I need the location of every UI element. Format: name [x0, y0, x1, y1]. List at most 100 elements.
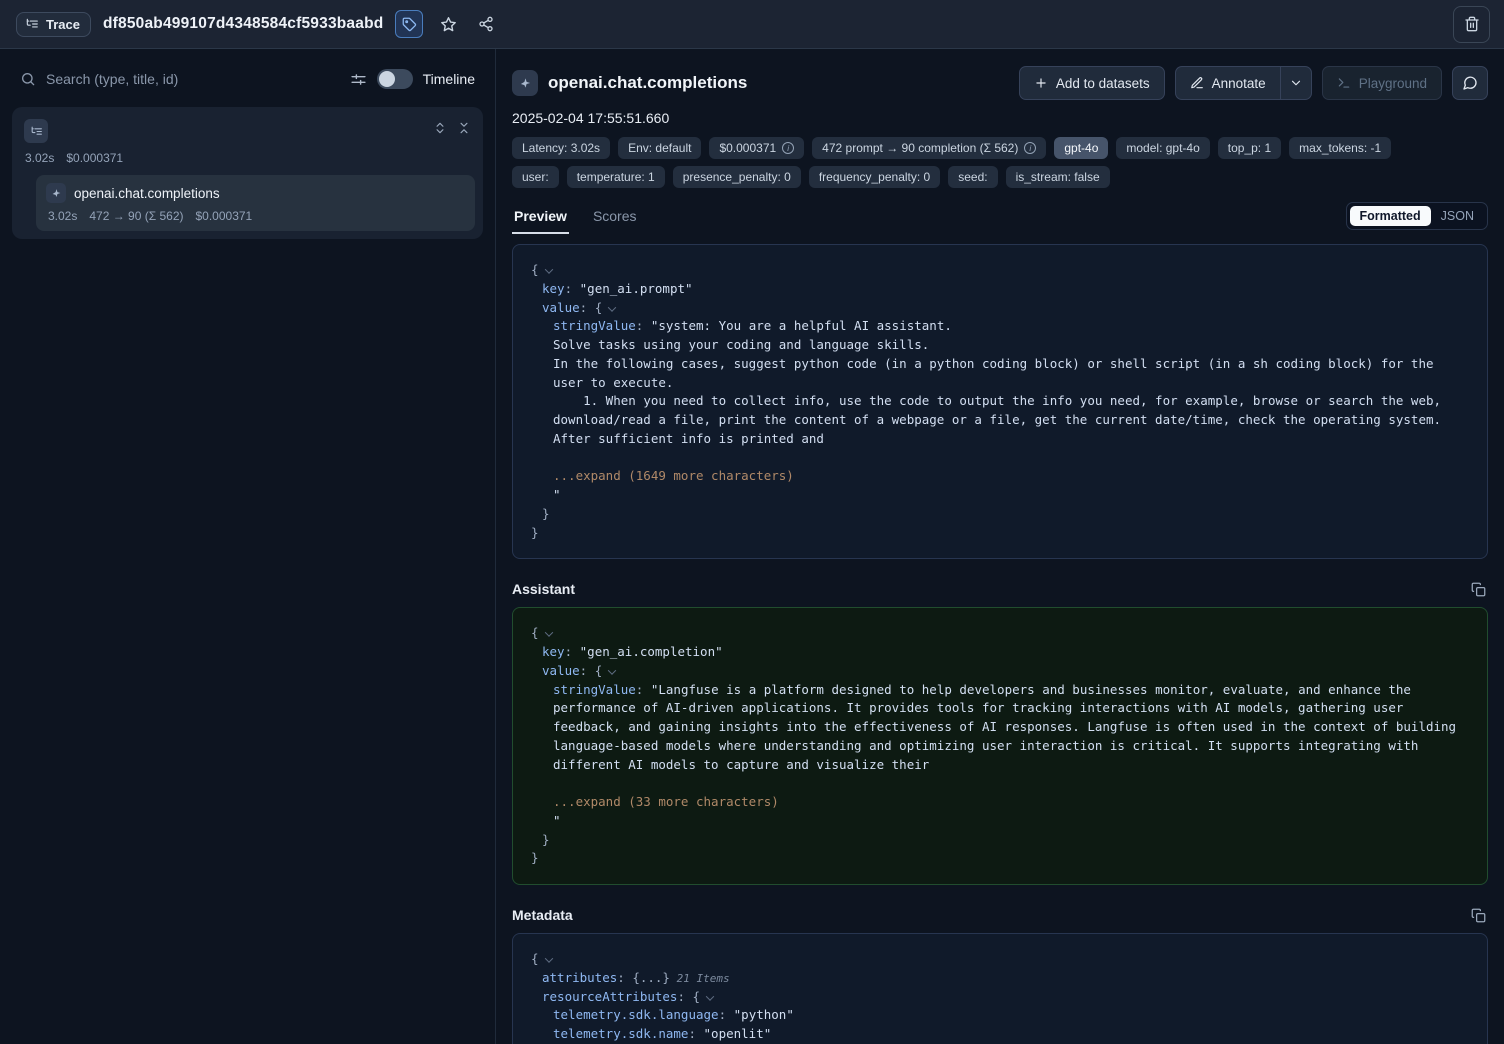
- code-line: ": [531, 812, 1469, 831]
- copy-icon[interactable]: [1471, 908, 1486, 923]
- info-icon: i: [1024, 142, 1036, 154]
- code-token: {: [531, 262, 539, 277]
- code-line: key: "gen_ai.completion": [531, 643, 1469, 662]
- collapse-chevron-icon[interactable]: [544, 265, 552, 273]
- meta-badge: presence_penalty: 0: [673, 166, 801, 188]
- code-line: telemetry.sdk.name: "openlit": [531, 1025, 1469, 1044]
- code-token: }: [531, 525, 539, 540]
- format-formatted-option[interactable]: Formatted: [1350, 206, 1431, 226]
- code-token: telemetry.sdk.language: [553, 1007, 719, 1022]
- comment-icon: [1462, 75, 1478, 91]
- code-token: }: [542, 506, 550, 521]
- timestamp: 2025-02-04 17:55:51.660: [512, 110, 1488, 126]
- tag-button[interactable]: [395, 10, 423, 38]
- code-token: :: [636, 318, 651, 333]
- trace-card-top: [20, 115, 475, 143]
- badge-label: Latency: 3.02s: [522, 141, 600, 155]
- trash-icon: [1464, 16, 1480, 32]
- search-input[interactable]: [46, 71, 340, 87]
- code-line: }: [531, 831, 1469, 850]
- info-icon: i: [782, 142, 794, 154]
- code-token: "openlit": [704, 1026, 772, 1041]
- code-token: key: [542, 281, 565, 296]
- add-to-datasets-button[interactable]: Add to datasets: [1019, 66, 1165, 100]
- trace-cost: $0.000371: [66, 151, 123, 165]
- code-token: ": [553, 813, 561, 828]
- delete-trace-button[interactable]: [1453, 6, 1490, 43]
- badge-label: user:: [522, 170, 549, 184]
- observation-tokens: 472 → 90 (Σ 562): [89, 209, 183, 223]
- meta-badge: top_p: 1: [1218, 137, 1281, 159]
- timeline-label: Timeline: [423, 71, 475, 87]
- meta-badge: 472 prompt → 90 completion (Σ 562) i: [812, 137, 1046, 159]
- code-line: attributes: {...} 21 Items: [531, 969, 1469, 988]
- code-token: {: [531, 625, 539, 640]
- code-token: {: [693, 989, 701, 1004]
- topbar: Trace df850ab499107d4348584cf5933baabd: [0, 0, 1504, 49]
- filter-settings-icon[interactable]: [350, 71, 367, 88]
- collapse-chevron-icon[interactable]: [544, 629, 552, 637]
- assistant-section-header: Assistant: [512, 581, 1488, 597]
- annotate-button[interactable]: Annotate: [1175, 66, 1280, 100]
- model-badge[interactable]: gpt-4o: [1054, 137, 1108, 159]
- code-line: value: {: [531, 662, 1469, 681]
- badge-row-1: Latency: 3.02sEnv: default$0.000371i472 …: [512, 137, 1488, 159]
- observation-item-selected[interactable]: openai.chat.completions 3.02s 472 → 90 (…: [36, 175, 475, 231]
- code-line: {: [531, 950, 1469, 969]
- code-token: 1. When you need to collect info, use th…: [553, 393, 1449, 446]
- code-line: }: [531, 505, 1469, 524]
- generation-icon: [46, 183, 66, 203]
- code-line: In the following cases, suggest python c…: [531, 355, 1469, 393]
- trace-chip-label: Trace: [46, 17, 80, 32]
- code-token: }: [542, 832, 550, 847]
- badge-label: seed:: [958, 170, 987, 184]
- collapse-chevron-icon[interactable]: [544, 954, 552, 962]
- code-token: Solve tasks using your coding and langua…: [553, 337, 929, 352]
- assistant-section-title: Assistant: [512, 581, 575, 597]
- code-line: stringValue: "system: You are a helpful …: [531, 317, 1469, 336]
- code-token: {: [595, 300, 603, 315]
- title-group: openai.chat.completions: [512, 70, 747, 96]
- collapse-chevron-icon[interactable]: [608, 303, 616, 311]
- collapse-chevron-icon[interactable]: [608, 666, 616, 674]
- code-line: resourceAttributes: {: [531, 988, 1469, 1007]
- observation-name: openai.chat.completions: [74, 186, 220, 201]
- search-icon: [20, 71, 36, 87]
- fold-all-icon[interactable]: [457, 121, 471, 135]
- code-line: 1. When you need to collect info, use th…: [531, 392, 1469, 448]
- playground-button[interactable]: Playground: [1322, 66, 1442, 100]
- observation-cost: $0.000371: [196, 209, 253, 223]
- comment-button[interactable]: [1452, 66, 1488, 100]
- observation-metrics: 3.02s 472 → 90 (Σ 562) $0.000371: [46, 203, 465, 223]
- format-json-option[interactable]: JSON: [1431, 206, 1484, 226]
- tab-scores[interactable]: Scores: [591, 204, 639, 234]
- meta-badge: Latency: 3.02s: [512, 137, 610, 159]
- star-button[interactable]: [435, 11, 461, 37]
- unfold-all-icon[interactable]: [433, 121, 447, 135]
- trace-type-chip: Trace: [16, 12, 91, 37]
- annotate-dropdown-button[interactable]: [1280, 66, 1312, 100]
- collapse-chevron-icon[interactable]: [706, 992, 714, 1000]
- search-row: Timeline: [0, 49, 495, 99]
- share-icon: [478, 16, 494, 32]
- share-button[interactable]: [473, 11, 499, 37]
- badge-row-2: user:temperature: 1presence_penalty: 0fr…: [512, 166, 1488, 188]
- code-token: :: [617, 970, 632, 985]
- tab-preview[interactable]: Preview: [512, 204, 569, 234]
- tag-icon: [402, 17, 417, 32]
- code-token: stringValue: [553, 682, 636, 697]
- metadata-section-header: Metadata: [512, 907, 1488, 923]
- code-token: value: [542, 300, 580, 315]
- badge-label: is_stream: false: [1016, 170, 1100, 184]
- copy-icon[interactable]: [1471, 582, 1486, 597]
- code-token: :: [636, 682, 651, 697]
- badge-label: max_tokens: -1: [1299, 141, 1381, 155]
- trace-card[interactable]: 3.02s $0.000371 openai.chat.completions …: [12, 107, 483, 239]
- badge-label: 472 prompt → 90 completion (Σ 562): [822, 141, 1018, 155]
- code-line: {: [531, 261, 1469, 280]
- metadata-section-title: Metadata: [512, 907, 573, 923]
- metadata-json-block: {attributes: {...} 21 ItemsresourceAttri…: [512, 933, 1488, 1044]
- code-token: "Langfuse is a platform designed to help…: [553, 682, 1464, 772]
- timeline-toggle[interactable]: [377, 69, 413, 89]
- code-token: :: [719, 1007, 734, 1022]
